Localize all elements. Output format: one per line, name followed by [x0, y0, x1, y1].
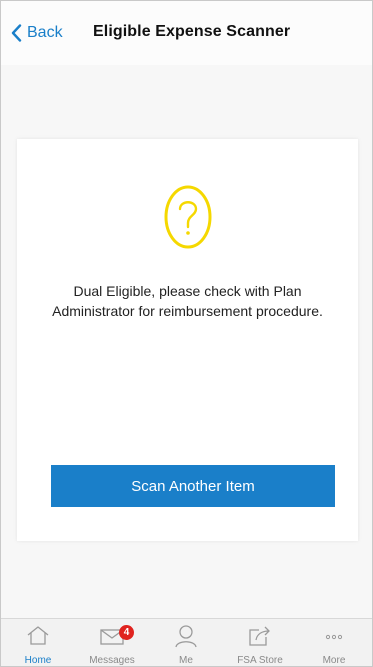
tab-messages[interactable]: 4 Messages [75, 619, 149, 666]
tab-label-messages: Messages [89, 655, 135, 666]
tab-home[interactable]: Home [1, 619, 75, 666]
result-message: Dual Eligible, please check with Plan Ad… [52, 283, 323, 319]
question-circle-icon [164, 185, 212, 249]
tab-me[interactable]: Me [149, 619, 223, 666]
tab-fsa-store[interactable]: FSA Store [223, 619, 297, 666]
tab-more[interactable]: More [297, 619, 371, 666]
external-link-icon [249, 626, 270, 646]
back-button[interactable]: Back [11, 21, 63, 45]
result-card: Dual Eligible, please check with Plan Ad… [17, 139, 358, 541]
messages-badge: 4 [119, 625, 134, 640]
more-dots-icon [325, 634, 343, 640]
nav-header: Back Eligible Expense Scanner [1, 1, 372, 65]
scan-another-item-button[interactable]: Scan Another Item [51, 465, 335, 507]
tab-bar: Home 4 Messages Me FSA Store More [1, 618, 372, 666]
page-title: Eligible Expense Scanner [93, 23, 291, 40]
app-screen: Back Eligible Expense Scanner Dual Eligi… [0, 0, 373, 667]
back-label: Back [27, 24, 63, 41]
tab-label-fsa-store: FSA Store [237, 655, 283, 666]
tab-label-home: Home [24, 655, 52, 666]
tab-label-me: Me [179, 655, 193, 666]
chevron-left-icon [11, 24, 22, 42]
home-icon [27, 626, 49, 645]
person-icon [175, 625, 197, 648]
tab-label-more: More [322, 655, 346, 666]
